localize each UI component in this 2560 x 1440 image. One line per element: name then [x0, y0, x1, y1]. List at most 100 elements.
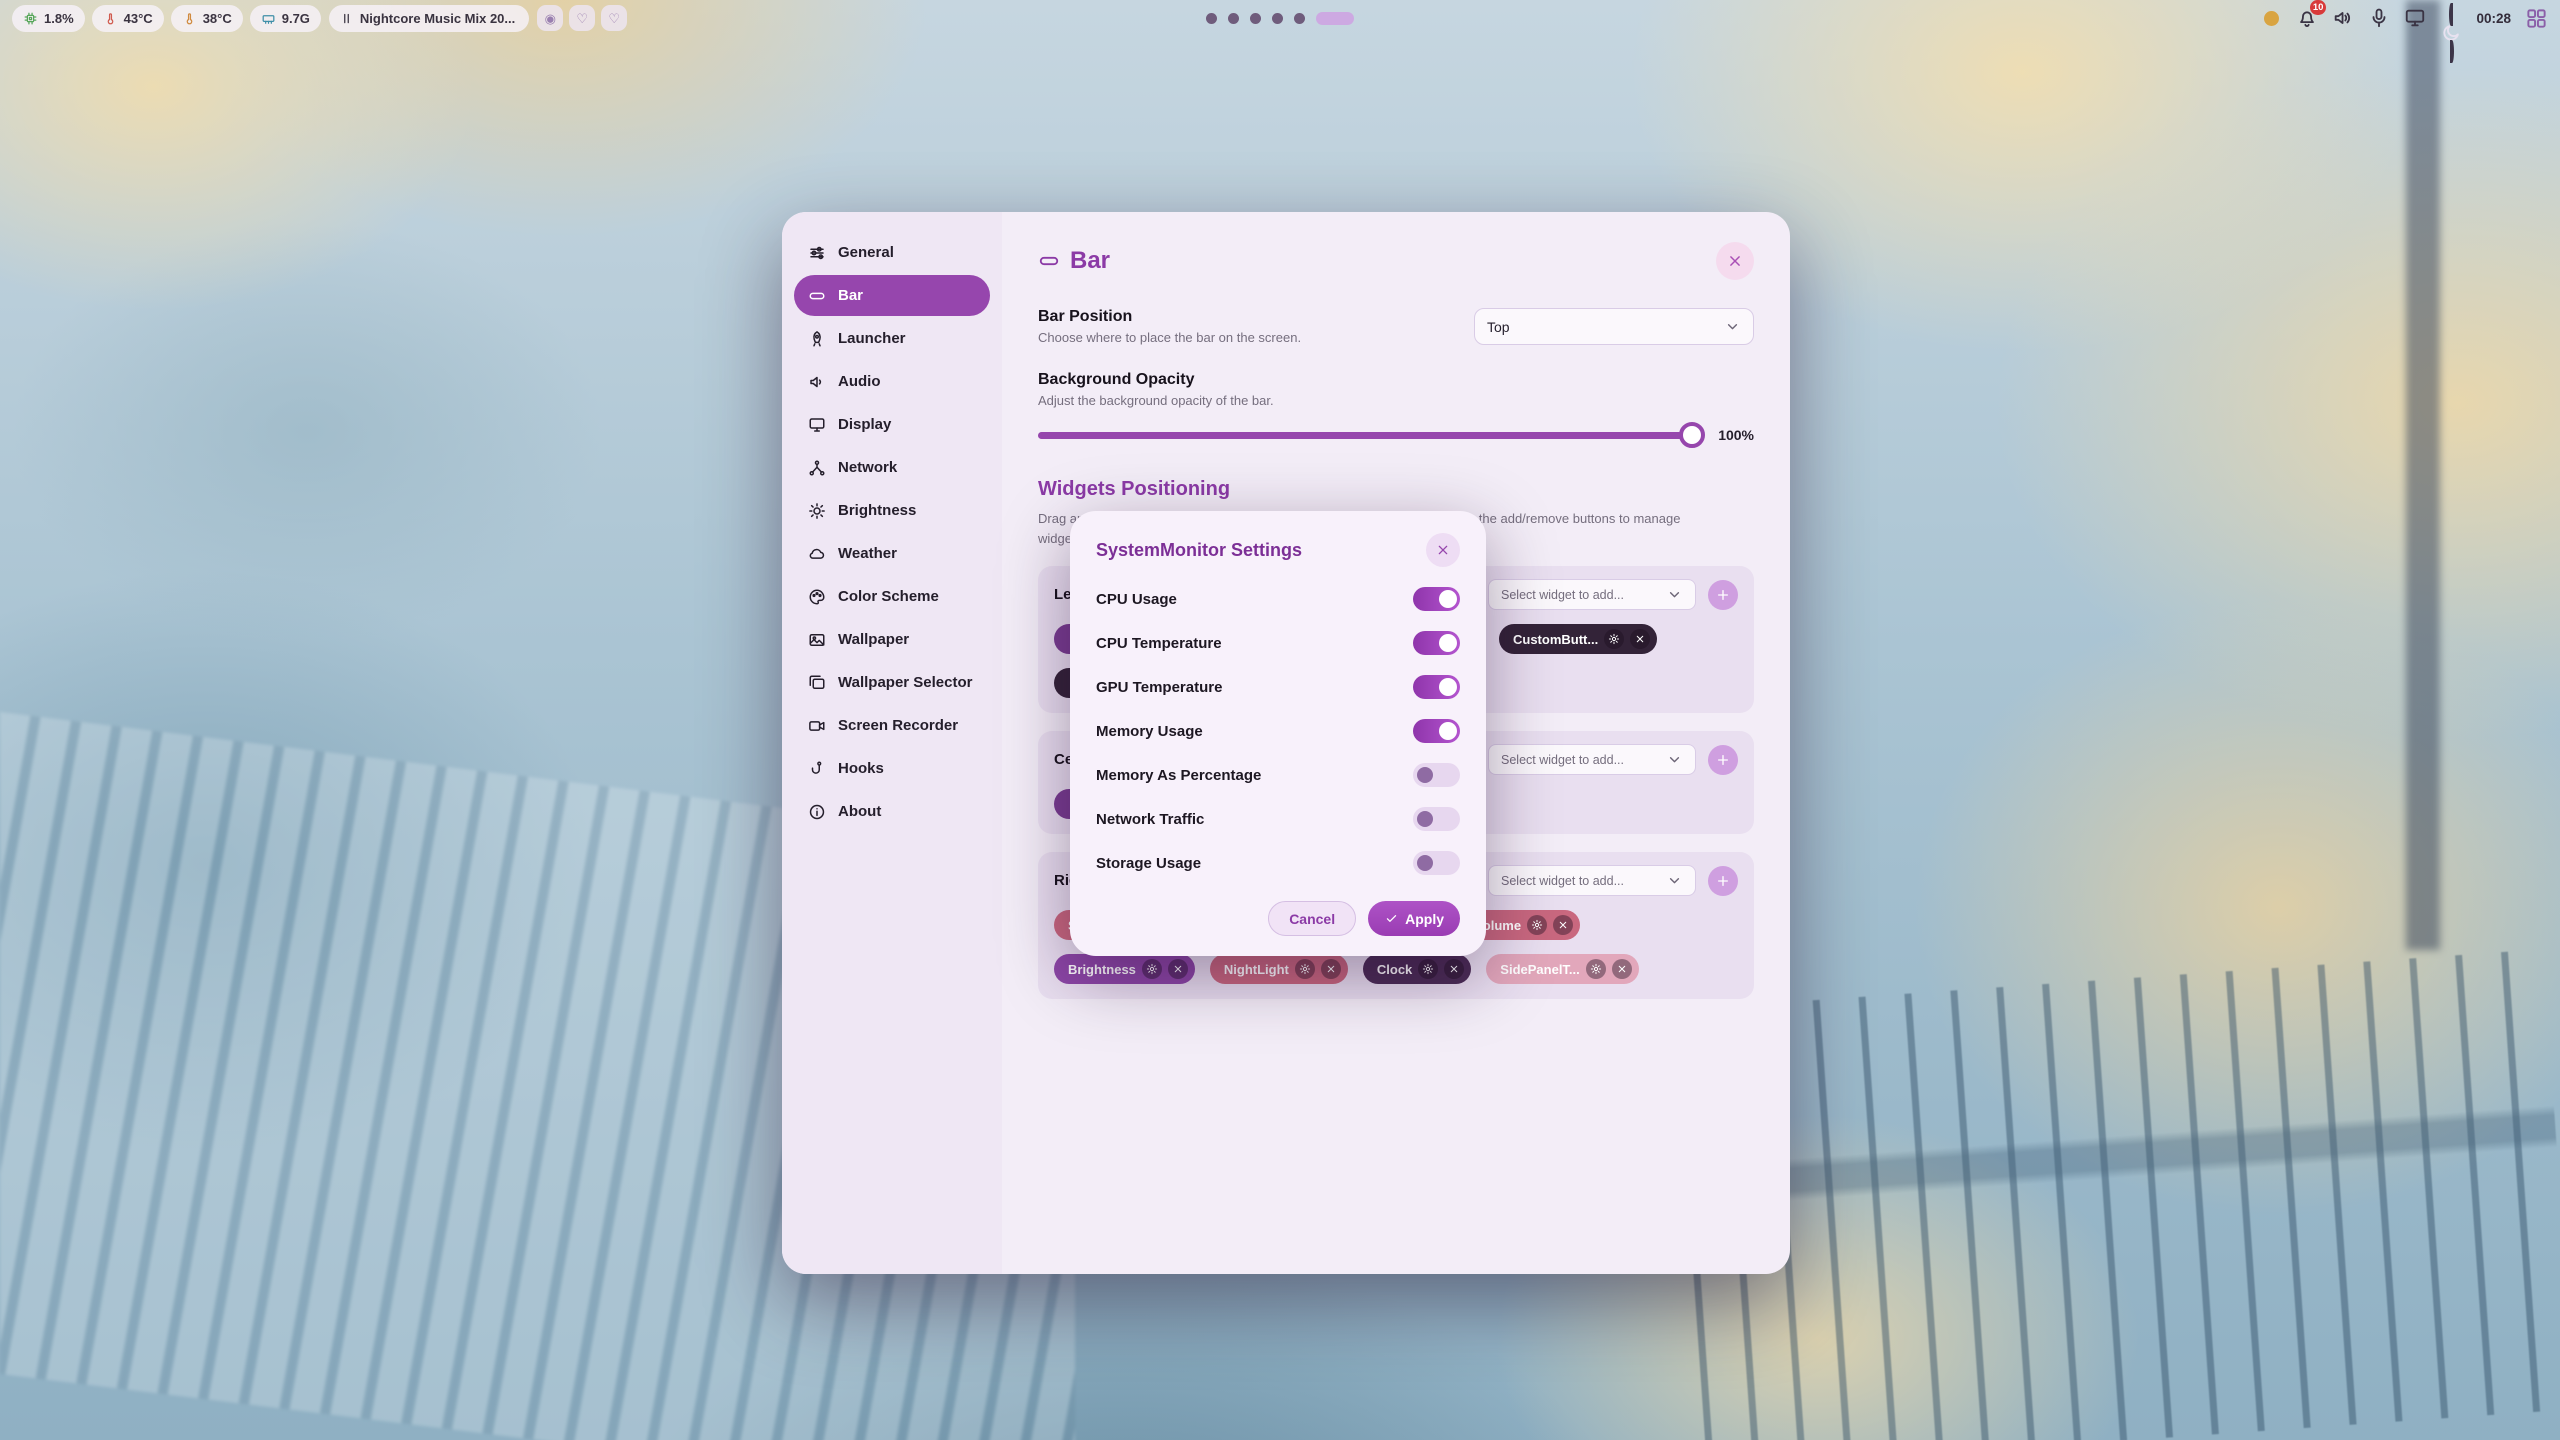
widget-chip-nightlight[interactable]: NightLight [1210, 954, 1348, 984]
add-widget-button[interactable] [1708, 866, 1738, 896]
page-header: Bar [1038, 242, 1754, 280]
sidebar-item-label: Display [838, 416, 891, 433]
toggle-memory-as-percentage[interactable] [1413, 763, 1460, 787]
chevron-down-icon [1724, 318, 1741, 335]
opacity-slider[interactable] [1038, 422, 1702, 448]
stat-value: 1.8% [44, 11, 74, 26]
toggle-network-traffic[interactable] [1413, 807, 1460, 831]
widget-remove-button[interactable] [1168, 959, 1188, 979]
modal-close-button[interactable] [1426, 533, 1460, 567]
sidebar-item-audio[interactable]: Audio [794, 361, 990, 402]
slider-fill [1038, 432, 1692, 439]
sidebar-item-brightness[interactable]: Brightness [794, 490, 990, 531]
cancel-button[interactable]: Cancel [1268, 901, 1356, 936]
status-amber-icon[interactable] [2260, 7, 2282, 29]
widget-settings-button[interactable] [1142, 959, 1162, 979]
workspace-dot-1[interactable] [1206, 13, 1217, 24]
workspace-dot-4[interactable] [1272, 13, 1283, 24]
sidebar-item-general[interactable]: General [794, 232, 990, 273]
sidebar-item-wallpaper[interactable]: Wallpaper [794, 619, 990, 660]
tray-icon-2[interactable]: ♡ [569, 5, 595, 31]
widget-settings-button[interactable] [1604, 629, 1624, 649]
media-player-chip[interactable]: Nightcore Music Mix 20... [329, 5, 529, 32]
add-widget-dropdown[interactable]: Select widget to add... [1488, 579, 1696, 610]
widget-chip-label: Clock [1377, 962, 1412, 977]
toggle-row-cpu-usage: CPU Usage [1096, 577, 1460, 621]
toggle-label: Network Traffic [1096, 811, 1204, 828]
toggle-row-cpu-temperature: CPU Temperature [1096, 621, 1460, 665]
thermometer-icon [103, 11, 118, 26]
add-widget-button[interactable] [1708, 580, 1738, 610]
sidebar-item-about[interactable]: About [794, 791, 990, 832]
sidebar-item-label: Weather [838, 545, 897, 562]
toggle-row-gpu-temperature: GPU Temperature [1096, 665, 1460, 709]
add-widget-dropdown[interactable]: Select widget to add... [1488, 744, 1696, 775]
add-widget-dropdown[interactable]: Select widget to add... [1488, 865, 1696, 896]
widget-remove-button[interactable] [1630, 629, 1650, 649]
tray-icon-1[interactable]: ◉ [537, 5, 563, 31]
workspace-active-pill[interactable] [1316, 12, 1354, 25]
stat-chip-9-7g[interactable]: 9.7G [250, 5, 321, 32]
toggle-memory-usage[interactable] [1413, 719, 1460, 743]
toggle-row-network-traffic: Network Traffic [1096, 797, 1460, 841]
widget-chip-clock[interactable]: Clock [1363, 954, 1471, 984]
widget-remove-button[interactable] [1321, 959, 1341, 979]
slider-thumb[interactable] [1679, 422, 1705, 448]
tray-icons: ◉♡♡ [537, 5, 627, 31]
sidebar-item-label: Hooks [838, 760, 884, 777]
bar-position-labels: Bar Position Choose where to place the b… [1038, 308, 1301, 345]
widget-settings-button[interactable] [1586, 959, 1606, 979]
widget-chip-sidepanelt[interactable]: SidePanelT... [1486, 954, 1638, 984]
sidebar-item-label: About [838, 803, 881, 820]
chevron-down-icon [1666, 751, 1683, 768]
sidebar-item-bar[interactable]: Bar [794, 275, 990, 316]
bar-icon [1038, 250, 1060, 272]
widget-settings-button[interactable] [1295, 959, 1315, 979]
toggle-cpu-usage[interactable] [1413, 587, 1460, 611]
chevron-down-icon [1666, 586, 1683, 603]
sidebar-item-display[interactable]: Display [794, 404, 990, 445]
night-light-icon[interactable] [2440, 7, 2462, 29]
mic-icon[interactable] [2368, 7, 2390, 29]
tray-icon-3[interactable]: ♡ [601, 5, 627, 31]
toggle-list: CPU UsageCPU TemperatureGPU Temperature M… [1096, 577, 1460, 885]
clock[interactable]: 00:28 [2476, 11, 2511, 26]
widget-settings-button[interactable] [1418, 959, 1438, 979]
check-icon [1384, 911, 1399, 926]
widget-remove-button[interactable] [1612, 959, 1632, 979]
notifications-bell-icon[interactable]: 10 [2296, 7, 2318, 29]
screen-icon[interactable] [2404, 7, 2426, 29]
toggle-gpu-temperature[interactable] [1413, 675, 1460, 699]
sidebar-item-color-scheme[interactable]: Color Scheme [794, 576, 990, 617]
sidebar-item-screen-recorder[interactable]: Screen Recorder [794, 705, 990, 746]
workspace-dot-3[interactable] [1250, 13, 1261, 24]
stat-chip-43-c[interactable]: 43°C [92, 5, 164, 32]
toggle-cpu-temperature[interactable] [1413, 631, 1460, 655]
stat-value: 9.7G [282, 11, 310, 26]
add-widget-button[interactable] [1708, 745, 1738, 775]
stat-chip-1-8[interactable]: 1.8% [12, 5, 85, 32]
apply-button[interactable]: Apply [1368, 901, 1460, 936]
sidebar-item-network[interactable]: Network [794, 447, 990, 488]
workspace-dot-5[interactable] [1294, 13, 1305, 24]
sidebar-item-wallpaper-selector[interactable]: Wallpaper Selector [794, 662, 990, 703]
sidebar-item-weather[interactable]: Weather [794, 533, 990, 574]
sidebar-item-launcher[interactable]: Launcher [794, 318, 990, 359]
toggle-storage-usage[interactable] [1413, 851, 1460, 875]
bar-position-dropdown[interactable]: Top [1474, 308, 1754, 345]
workspace-dot-2[interactable] [1228, 13, 1239, 24]
sidebar-item-hooks[interactable]: Hooks [794, 748, 990, 789]
widget-remove-button[interactable] [1444, 959, 1464, 979]
widget-settings-button[interactable] [1527, 915, 1547, 935]
stat-chip-38-c[interactable]: 38°C [171, 5, 243, 32]
widget-chip-custombutt[interactable]: CustomButt... [1499, 624, 1657, 654]
toggle-row-memory-as-percentage: Memory As Percentage [1096, 753, 1460, 797]
volume-icon[interactable] [2332, 7, 2354, 29]
system-stats: 1.8% 43°C 38°C 9.7G [12, 5, 321, 32]
widget-chip-brightness[interactable]: Brightness [1054, 954, 1195, 984]
dashboard-grid-icon[interactable] [2525, 7, 2548, 30]
window-close-button[interactable] [1716, 242, 1754, 280]
sidebar-item-label: Wallpaper Selector [838, 674, 973, 691]
widget-remove-button[interactable] [1553, 915, 1573, 935]
display-icon [808, 416, 826, 434]
